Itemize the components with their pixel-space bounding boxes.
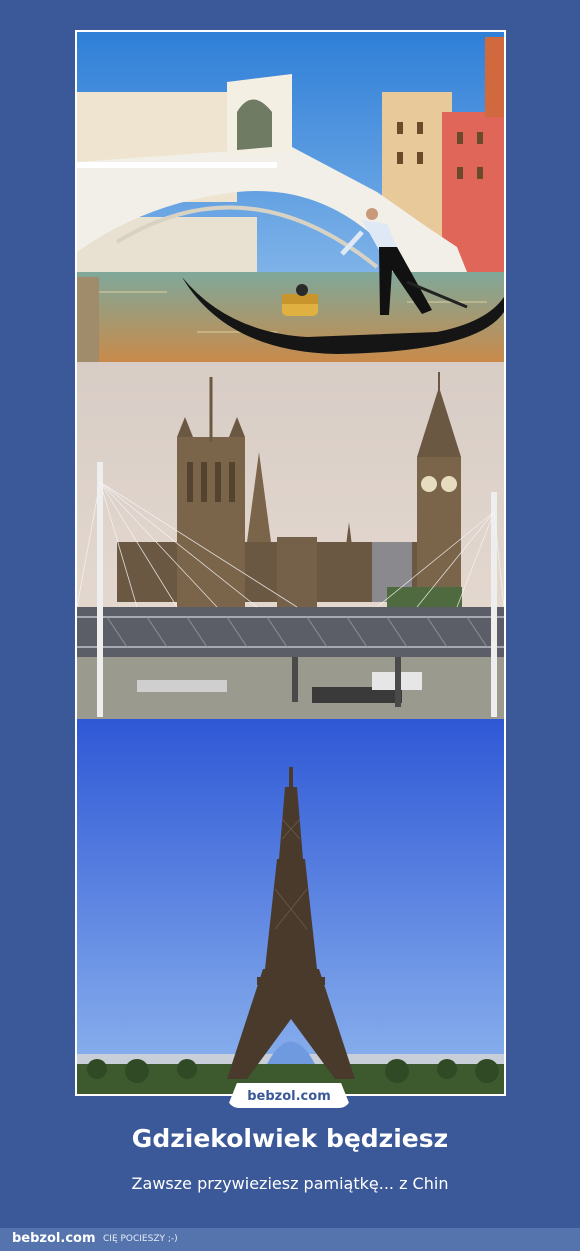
poster-subtitle: Zawsze przywieziesz pamiątkę... z Chin bbox=[131, 1174, 449, 1193]
poster-title: Gdziekolwiek będziesz bbox=[131, 1124, 449, 1153]
watermark-badge[interactable]: bebzol.com bbox=[227, 1083, 351, 1108]
poster-image-frame bbox=[75, 30, 506, 1096]
footer-logo-link[interactable]: bebzol.com bbox=[12, 1231, 96, 1246]
paris-photo bbox=[77, 719, 504, 1094]
footer-bar: bebzol.com CIĘ POCIESZY ;-) bbox=[0, 1228, 580, 1251]
london-photo bbox=[77, 362, 504, 719]
footer-tagline: CIĘ POCIESZY ;-) bbox=[103, 1234, 178, 1244]
venice-photo bbox=[77, 32, 504, 362]
